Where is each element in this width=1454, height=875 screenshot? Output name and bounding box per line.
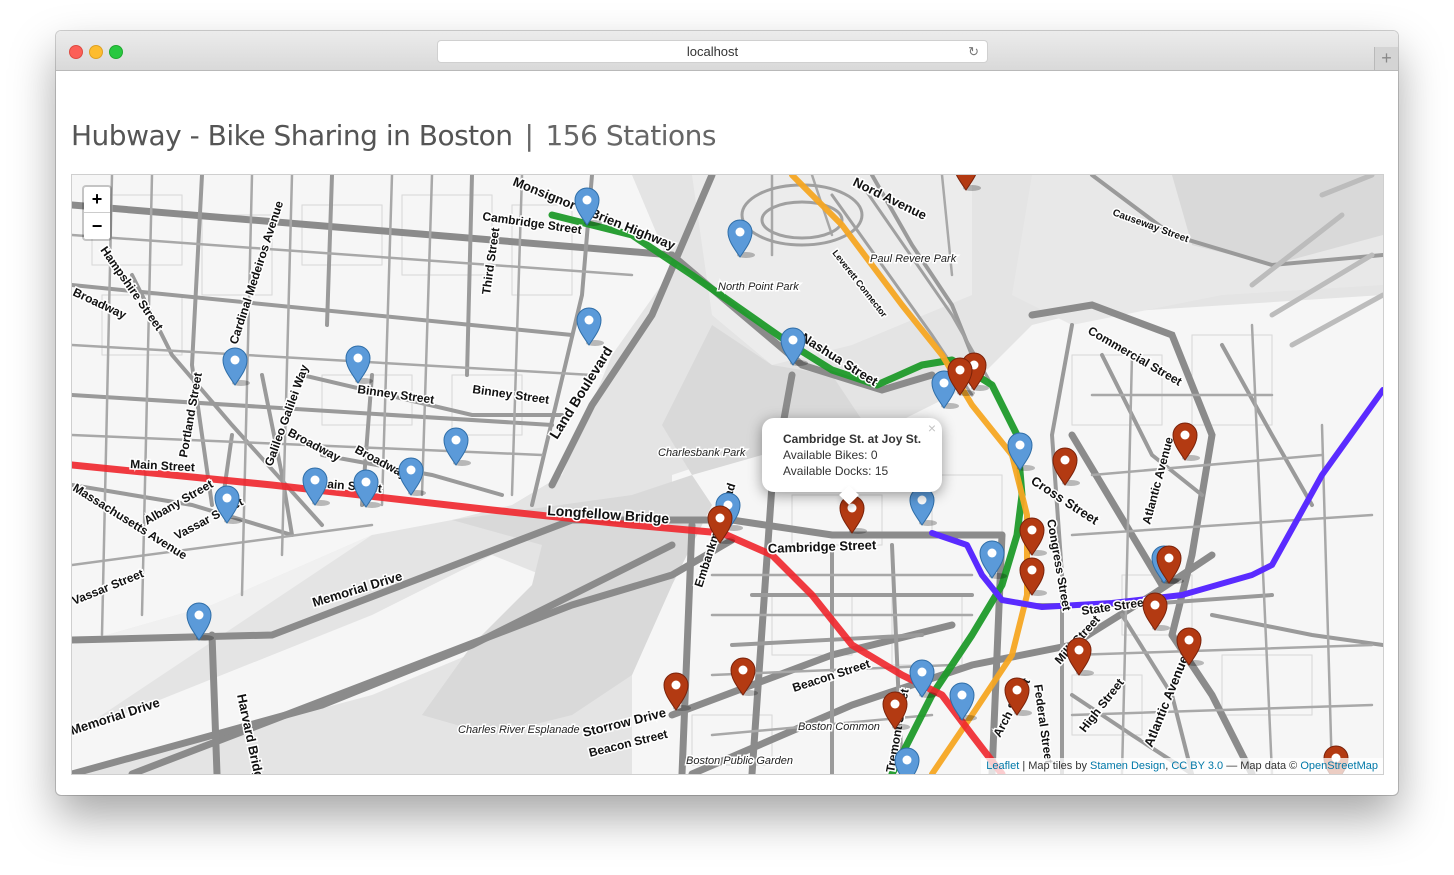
- title-separator: |: [524, 119, 534, 152]
- label-charlesbank-park: Charlesbank Park: [658, 447, 746, 459]
- zoom-in-button[interactable]: +: [84, 187, 110, 213]
- close-window-button[interactable]: [69, 45, 83, 59]
- minimize-window-button[interactable]: [89, 45, 103, 59]
- map-container[interactable]: Cambridge Street Land Boulevard Binney S…: [71, 174, 1384, 775]
- label-paul-revere-park: Paul Revere Park: [870, 253, 957, 265]
- zoom-out-button[interactable]: −: [84, 213, 110, 239]
- attribution-data-text: — Map data ©: [1223, 760, 1301, 772]
- station-count: 156 Stations: [545, 119, 716, 152]
- label-charles-river-esplanade: Charles River Esplanade: [458, 724, 580, 736]
- new-tab-button[interactable]: +: [1374, 47, 1398, 70]
- address-bar[interactable]: localhost ↻: [437, 40, 988, 63]
- attribution-tiles-text: | Map tiles by: [1019, 760, 1091, 772]
- browser-window: localhost ↻ + Hubway - Bike Sharing in B…: [56, 31, 1398, 795]
- label-boston-public-garden: Boston Public Garden: [686, 755, 793, 767]
- map-tiles[interactable]: Cambridge Street Land Boulevard Binney S…: [72, 175, 1383, 774]
- title-bar: localhost ↻ +: [56, 31, 1398, 71]
- map-attribution: Leaflet | Map tiles by Stamen Design, CC…: [981, 758, 1383, 774]
- osm-link[interactable]: OpenStreetMap: [1300, 760, 1378, 772]
- label-north-point-park: North Point Park: [718, 281, 799, 293]
- reload-icon[interactable]: ↻: [968, 41, 979, 62]
- leaflet-link[interactable]: Leaflet: [986, 760, 1019, 772]
- popup-close-icon[interactable]: ×: [928, 420, 936, 436]
- url-text: localhost: [686, 44, 739, 59]
- land-areas: [72, 175, 1383, 774]
- page-title: Hubway - Bike Sharing in Boston | 156 Stat…: [71, 119, 716, 152]
- license-link[interactable]: CC BY 3.0: [1171, 760, 1223, 772]
- stamen-link[interactable]: Stamen Design: [1090, 760, 1165, 772]
- zoom-window-button[interactable]: [109, 45, 123, 59]
- popup-available-docks: Available Docks: 15: [783, 464, 889, 478]
- zoom-control: + −: [82, 185, 112, 241]
- label-boston-common: Boston Common: [798, 721, 880, 733]
- station-popup: × Cambridge St. at Joy St. Available Bik…: [762, 418, 942, 505]
- page-title-text: Hubway - Bike Sharing in Boston: [71, 119, 513, 152]
- popup-available-bikes: Available Bikes: 0: [783, 448, 878, 462]
- popup-content: Cambridge St. at Joy St. Available Bikes…: [783, 431, 921, 479]
- popup-station-name: Cambridge St. at Joy St.: [783, 432, 922, 446]
